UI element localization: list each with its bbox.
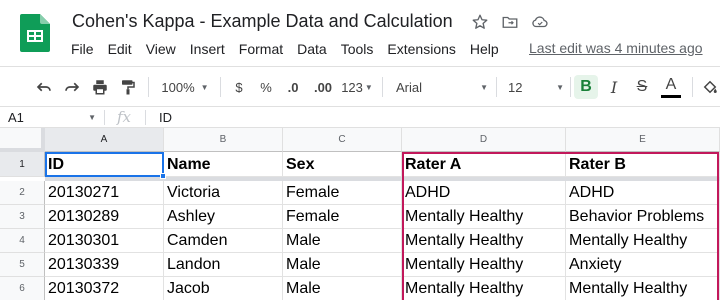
menu-view[interactable]: View	[139, 40, 183, 60]
cell-c6[interactable]: Male	[283, 277, 402, 300]
cell-a6[interactable]: 20130372	[45, 277, 164, 300]
sheets-logo[interactable]	[20, 14, 50, 52]
menu-tools[interactable]: Tools	[334, 40, 381, 60]
row-header-6[interactable]: 6	[0, 277, 45, 300]
cell-a1[interactable]: ID	[45, 152, 164, 177]
undo-icon[interactable]	[34, 75, 54, 99]
row-header-5[interactable]: 5	[0, 253, 45, 277]
move-to-folder-icon[interactable]	[500, 12, 520, 32]
chevron-down-icon: ▼	[480, 82, 488, 92]
cell-c3[interactable]: Female	[283, 205, 402, 229]
row-header-1[interactable]: 1	[0, 152, 45, 177]
cell-e6[interactable]: Mentally Healthy	[566, 277, 720, 300]
formula-bar: A1 ▼ fx ID	[0, 106, 720, 128]
cell-b2[interactable]: Victoria	[164, 181, 283, 205]
cell-reference: A1	[8, 110, 24, 125]
chevron-down-icon: ▼	[556, 82, 564, 92]
toolbar: 100% ▼ $ % .0 .00 123 ▼ Arial ▼ 12 ▼ B I S A	[0, 66, 720, 106]
text-color-swatch	[661, 94, 681, 98]
row-header-4[interactable]: 4	[0, 229, 45, 253]
cell-e2[interactable]: ADHD	[566, 181, 720, 205]
chevron-down-icon: ▼	[364, 82, 373, 92]
menu-data[interactable]: Data	[290, 40, 334, 60]
cell-c1[interactable]: Sex	[283, 152, 402, 177]
column-header-b[interactable]: B	[164, 128, 283, 152]
menu-insert[interactable]: Insert	[183, 40, 232, 60]
last-edit-link[interactable]: Last edit was 4 minutes ago	[529, 40, 703, 56]
italic-button[interactable]: I	[606, 75, 622, 99]
more-formats-button[interactable]: 123 ▼	[340, 75, 374, 99]
strikethrough-button[interactable]: S	[634, 75, 650, 99]
cell-a3[interactable]: 20130289	[45, 205, 164, 229]
font-size-select[interactable]: 12 ▼	[508, 75, 564, 99]
cell-b4[interactable]: Camden	[164, 229, 283, 253]
cell-d1[interactable]: Rater A	[402, 152, 566, 177]
zoom-select[interactable]: 100% ▼	[160, 75, 210, 99]
cell-d6[interactable]: Mentally Healthy	[402, 277, 566, 300]
cell-d2[interactable]: ADHD	[402, 181, 566, 205]
cell-b3[interactable]: Ashley	[164, 205, 283, 229]
cell-e5[interactable]: Anxiety	[566, 253, 720, 277]
select-all-corner[interactable]	[0, 128, 45, 152]
more-formats-label: 123	[341, 79, 363, 95]
menu-file[interactable]: File	[64, 40, 101, 60]
paint-format-icon[interactable]	[118, 75, 138, 99]
title-bar: Cohen's Kappa - Example Data and Calcula…	[0, 0, 720, 64]
cell-d5[interactable]: Mentally Healthy	[402, 253, 566, 277]
frozen-row-divider[interactable]	[45, 177, 720, 181]
cell-a4[interactable]: 20130301	[45, 229, 164, 253]
cell-d3[interactable]: Mentally Healthy	[402, 205, 566, 229]
increase-decimal-button[interactable]: .00	[310, 75, 336, 99]
name-box[interactable]: A1 ▼	[0, 107, 102, 128]
zoom-value: 100%	[161, 79, 195, 95]
decrease-decimal-button[interactable]: .0	[283, 75, 303, 99]
star-icon[interactable]	[470, 12, 490, 32]
menu-extensions[interactable]: Extensions	[380, 40, 462, 60]
print-icon[interactable]	[90, 75, 110, 99]
cell-c2[interactable]: Female	[283, 181, 402, 205]
percent-format-button[interactable]: %	[258, 75, 274, 99]
cloud-status-icon[interactable]	[530, 12, 550, 32]
function-icon: fx	[117, 108, 132, 126]
cell-b1[interactable]: Name	[164, 152, 283, 177]
menu-bar: File Edit View Insert Format Data Tools …	[64, 40, 506, 60]
column-header-d[interactable]: D	[402, 128, 566, 152]
fill-handle[interactable]	[160, 173, 166, 179]
cell-e1[interactable]: Rater B	[566, 152, 720, 177]
cell-c4[interactable]: Male	[283, 229, 402, 253]
chevron-down-icon: ▼	[88, 113, 96, 122]
chevron-down-icon: ▼	[200, 82, 209, 92]
menu-format[interactable]: Format	[232, 40, 290, 60]
cell-c5[interactable]: Male	[283, 253, 402, 277]
menu-help[interactable]: Help	[463, 40, 506, 60]
cell-e4[interactable]: Mentally Healthy	[566, 229, 720, 253]
font-family-select[interactable]: Arial ▼	[396, 75, 488, 99]
column-header-a[interactable]: A	[45, 128, 164, 152]
text-color-button[interactable]: A	[660, 75, 682, 99]
cell-b6[interactable]: Jacob	[164, 277, 283, 300]
menu-edit[interactable]: Edit	[101, 40, 139, 60]
cell-e3[interactable]: Behavior Problems	[566, 205, 720, 229]
text-color-label: A	[665, 75, 677, 93]
cell-d4[interactable]: Mentally Healthy	[402, 229, 566, 253]
font-size-value: 12	[508, 79, 523, 95]
document-title[interactable]: Cohen's Kappa - Example Data and Calcula…	[72, 11, 453, 32]
redo-icon[interactable]	[62, 75, 82, 99]
row-header-2[interactable]: 2	[0, 181, 45, 205]
formula-input[interactable]: ID	[159, 107, 172, 128]
bold-button[interactable]: B	[574, 75, 598, 99]
currency-format-button[interactable]: $	[232, 75, 246, 99]
column-header-e[interactable]: E	[566, 128, 720, 152]
fill-color-icon[interactable]	[700, 75, 720, 99]
column-header-c[interactable]: C	[283, 128, 402, 152]
spreadsheet-grid: A B C D E 1 2 3 4 5 6 ID Name Sex Rater A Rater B 201302…	[0, 128, 720, 300]
font-family-value: Arial	[396, 79, 423, 95]
cell-a2[interactable]: 20130271	[45, 181, 164, 205]
row-header-3[interactable]: 3	[0, 205, 45, 229]
cell-a5[interactable]: 20130339	[45, 253, 164, 277]
cell-b5[interactable]: Landon	[164, 253, 283, 277]
